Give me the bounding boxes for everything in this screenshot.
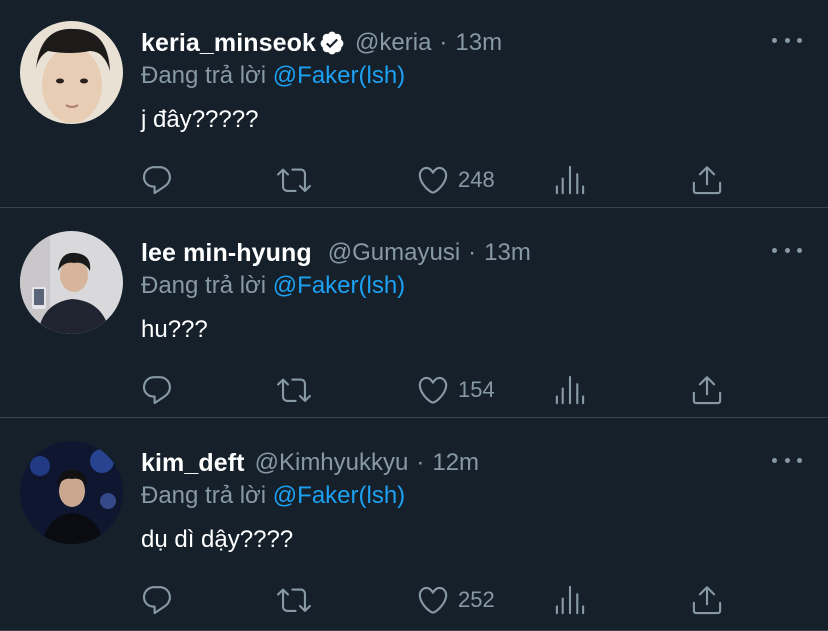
handle[interactable]: @Kimhyukkyu xyxy=(255,449,409,476)
avatar-image xyxy=(20,441,123,544)
tweet[interactable]: lee min-hyung @Gumayusi · 13m Đang trả lời… xyxy=(0,210,828,418)
share-icon xyxy=(692,376,722,405)
timestamp[interactable]: 13m xyxy=(455,29,502,56)
tweet-header: lee min-hyung @Gumayusi · 13m xyxy=(141,236,768,270)
share-icon xyxy=(692,586,722,615)
handle[interactable]: @keria xyxy=(355,29,431,56)
tweet[interactable]: kim_deft @Kimhyukkyu · 12m Đang trả lời @F… xyxy=(0,420,828,631)
mention-link[interactable]: @Faker(lsh) xyxy=(273,62,405,89)
timestamp[interactable]: 13m xyxy=(484,239,531,266)
analytics-icon xyxy=(555,165,585,195)
more-icon[interactable] xyxy=(772,450,802,470)
like-button[interactable]: 154 xyxy=(416,370,495,410)
like-count: 154 xyxy=(458,377,495,402)
analytics-button[interactable] xyxy=(553,160,587,200)
display-name[interactable]: lee min-hyung xyxy=(141,239,312,268)
tweet-actions: 248 xyxy=(0,160,828,200)
analytics-button[interactable] xyxy=(553,370,587,410)
share-button[interactable] xyxy=(690,580,724,620)
tweet-actions: 154 xyxy=(0,370,828,410)
heart-icon xyxy=(418,586,448,614)
retweet-button[interactable] xyxy=(277,580,311,620)
share-icon xyxy=(692,166,722,195)
tweet-text: hu??? xyxy=(141,316,208,343)
tweet-actions: 252 xyxy=(0,580,828,620)
reply-feed: keria_minseok @keria · 13m Đang trả lời @F… xyxy=(0,0,828,631)
share-button[interactable] xyxy=(690,160,724,200)
display-name[interactable]: keria_minseok xyxy=(141,29,316,58)
tweet-meta: @Kimhyukkyu · 12m xyxy=(255,449,479,477)
reply-prefix: Đang trả lời xyxy=(141,272,267,299)
avatar[interactable] xyxy=(20,21,123,124)
more-icon[interactable] xyxy=(772,240,802,260)
like-count: 252 xyxy=(458,587,495,612)
separator: · xyxy=(468,239,477,266)
mention-link[interactable]: @Faker(lsh) xyxy=(273,482,405,509)
reply-icon xyxy=(142,376,171,405)
share-button[interactable] xyxy=(690,370,724,410)
replying-to: Đang trả lời @Faker(lsh) xyxy=(141,62,405,90)
replying-to: Đang trả lời @Faker(lsh) xyxy=(141,482,405,510)
reply-button[interactable] xyxy=(140,160,174,200)
retweet-icon xyxy=(277,588,311,612)
retweet-button[interactable] xyxy=(277,370,311,410)
retweet-icon xyxy=(277,378,311,402)
avatar[interactable] xyxy=(20,441,123,544)
tweet[interactable]: keria_minseok @keria · 13m Đang trả lời @F… xyxy=(0,0,828,208)
reply-icon xyxy=(142,586,171,615)
avatar[interactable] xyxy=(20,231,123,334)
reply-icon xyxy=(142,166,171,195)
tweet-header: keria_minseok @keria · 13m xyxy=(141,26,768,60)
tweet-text: dụ dì dậy???? xyxy=(141,526,294,553)
reply-button[interactable] xyxy=(140,370,174,410)
analytics-button[interactable] xyxy=(553,580,587,620)
reply-button[interactable] xyxy=(140,580,174,620)
avatar-image xyxy=(20,21,123,124)
like-button[interactable]: 248 xyxy=(416,160,495,200)
avatar-image xyxy=(20,231,123,334)
mention-link[interactable]: @Faker(lsh) xyxy=(273,272,405,299)
display-name[interactable]: kim_deft xyxy=(141,449,245,478)
heart-icon xyxy=(418,166,448,194)
separator: · xyxy=(416,449,425,476)
like-button[interactable]: 252 xyxy=(416,580,495,620)
like-count: 248 xyxy=(458,167,495,192)
tweet-meta: @keria · 13m xyxy=(355,29,502,57)
handle[interactable]: @Gumayusi xyxy=(328,239,460,266)
analytics-icon xyxy=(555,375,585,405)
reply-prefix: Đang trả lời xyxy=(141,482,267,509)
tweet-header: kim_deft @Kimhyukkyu · 12m xyxy=(141,446,768,480)
more-icon[interactable] xyxy=(772,30,802,50)
heart-icon xyxy=(418,376,448,404)
tweet-text: j đây????? xyxy=(141,106,259,133)
separator: · xyxy=(439,29,448,56)
retweet-icon xyxy=(277,168,311,192)
verified-badge-icon xyxy=(319,30,345,56)
analytics-icon xyxy=(555,585,585,615)
timestamp[interactable]: 12m xyxy=(432,449,479,476)
replying-to: Đang trả lời @Faker(lsh) xyxy=(141,272,405,300)
retweet-button[interactable] xyxy=(277,160,311,200)
reply-prefix: Đang trả lời xyxy=(141,62,267,89)
tweet-meta: @Gumayusi · 13m xyxy=(328,239,531,267)
